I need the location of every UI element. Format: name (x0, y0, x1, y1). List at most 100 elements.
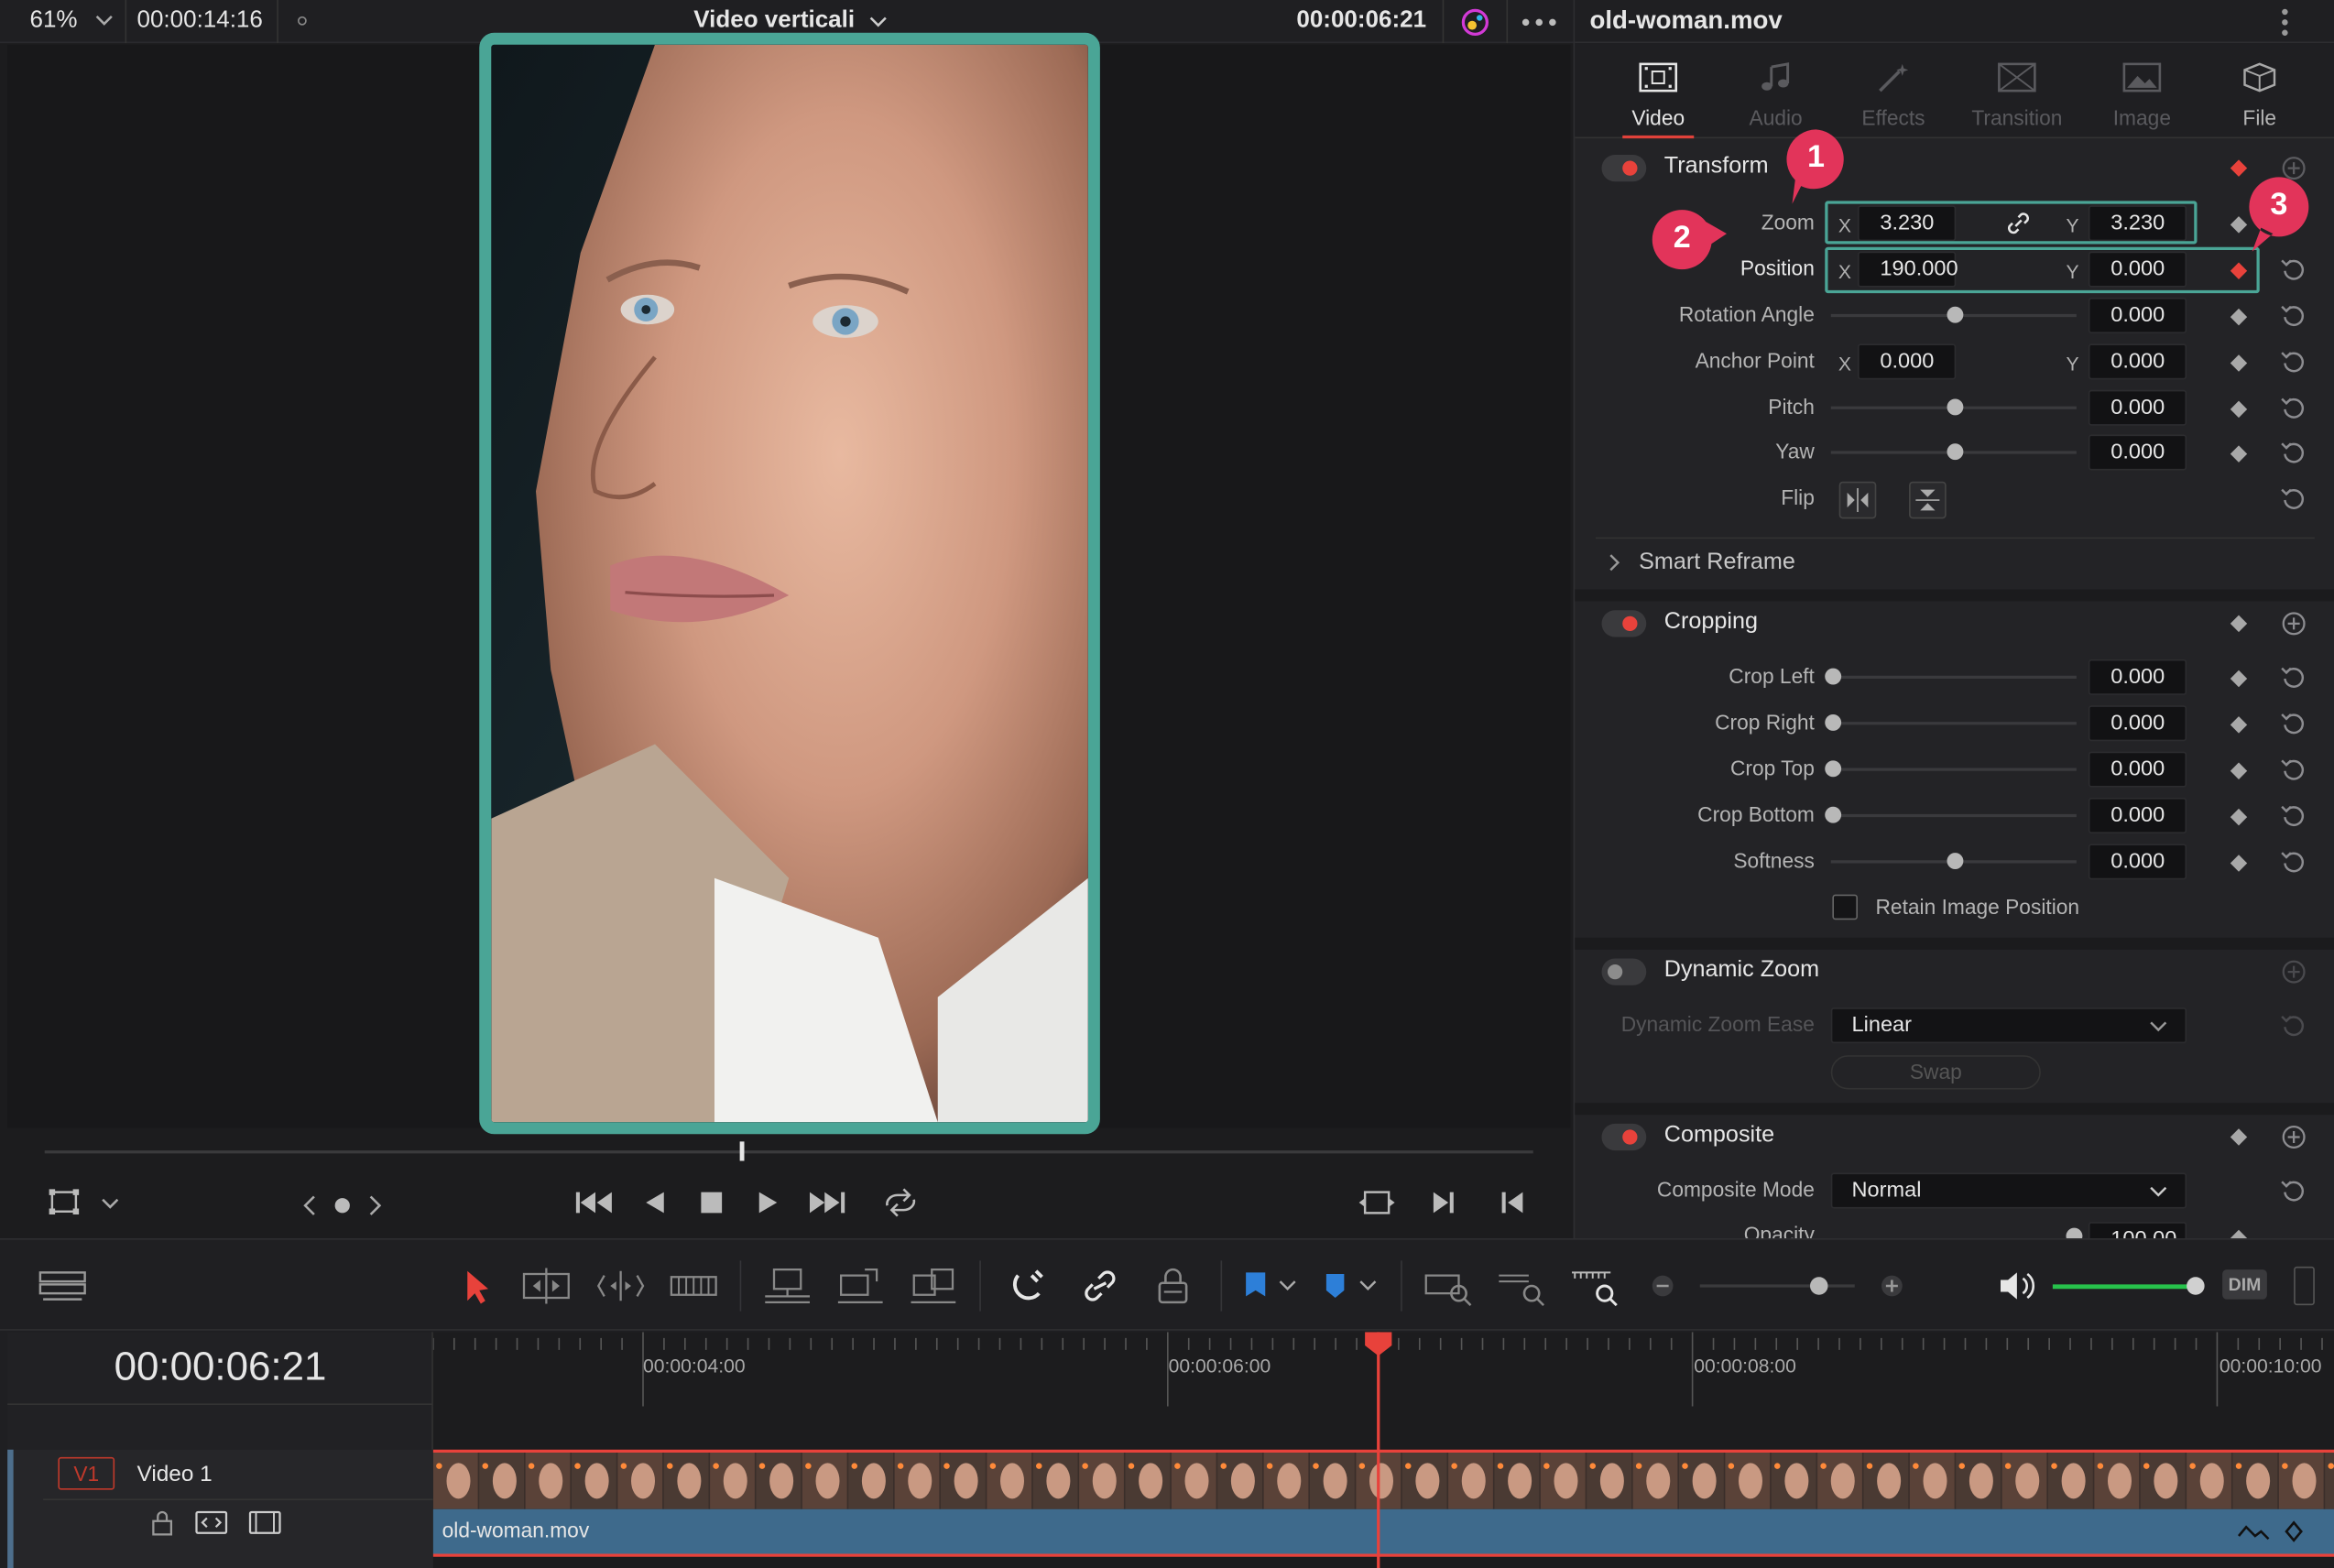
add-reset-icon[interactable] (2281, 1124, 2307, 1150)
track-header-v1[interactable]: V1 Video 1 (7, 1449, 433, 1568)
chevron-down-icon[interactable] (95, 14, 114, 28)
timeline-zoom-knob[interactable] (1810, 1277, 1828, 1295)
cropping-keyframe-icon[interactable] (2230, 615, 2248, 633)
chevron-down-icon[interactable] (869, 15, 888, 29)
insert-clip-icon[interactable] (762, 1264, 813, 1309)
tab-effects[interactable]: Effects (1834, 43, 1953, 138)
swap-button[interactable]: Swap (1830, 1055, 2041, 1090)
reset-icon[interactable] (2281, 485, 2307, 512)
video-clip[interactable]: old-woman.mov (432, 1508, 2334, 1554)
flip-vertical-icon[interactable] (1908, 481, 1947, 519)
crop-top-field[interactable]: 0.000 (2088, 751, 2187, 788)
overwrite-clip-icon[interactable] (835, 1264, 886, 1309)
timeline-name[interactable]: Video verticali (693, 7, 855, 34)
crop-left-field[interactable]: 0.000 (2088, 659, 2187, 695)
cropping-toggle[interactable] (1601, 610, 1647, 637)
reset-icon[interactable] (2281, 1177, 2307, 1203)
reset-icon[interactable] (2281, 1012, 2307, 1039)
marker-blue-icon[interactable] (1313, 1264, 1363, 1309)
dynamic-zoom-section-header[interactable]: Dynamic Zoom (1575, 945, 2334, 999)
pitch-slider-knob[interactable] (1947, 398, 1964, 416)
zoom-in-icon[interactable] (1867, 1264, 1917, 1309)
track-name[interactable]: Video 1 (137, 1462, 213, 1487)
composite-keyframe-icon[interactable] (2230, 1128, 2248, 1146)
reset-icon[interactable] (2281, 710, 2307, 736)
rotation-slider-knob[interactable] (1947, 306, 1964, 323)
softness-field[interactable]: 0.000 (2088, 844, 2187, 880)
timeline-view-options-icon[interactable] (38, 1264, 88, 1309)
trim-edit-icon[interactable] (521, 1264, 572, 1309)
flag-blue-icon[interactable] (1233, 1264, 1283, 1309)
reset-icon[interactable] (2281, 348, 2307, 375)
timeline-track-area[interactable]: old-woman.mov (432, 1406, 2334, 1568)
smart-reframe-header[interactable]: Smart Reframe (1575, 539, 2334, 589)
rotation-keyframe-icon[interactable] (2230, 308, 2248, 326)
track-visibility-icon[interactable] (248, 1509, 281, 1536)
tab-video[interactable]: Video (1598, 43, 1718, 139)
go-to-end-icon[interactable] (807, 1186, 849, 1219)
add-reset-icon[interactable] (2281, 610, 2307, 637)
keyframe-diamond-icon[interactable] (2284, 1519, 2305, 1543)
snapping-magnet-icon[interactable] (1003, 1264, 1053, 1309)
reset-icon[interactable] (2281, 439, 2307, 465)
play-reverse-icon[interactable] (640, 1186, 671, 1219)
composite-toggle[interactable] (1601, 1123, 1647, 1151)
crop-top-keyframe-icon[interactable] (2230, 762, 2248, 779)
previous-edit-icon[interactable] (1498, 1186, 1528, 1219)
dim-button[interactable]: DIM (2222, 1269, 2267, 1300)
crop-bottom-slider[interactable] (1830, 813, 2077, 818)
lock-icon[interactable] (150, 1509, 174, 1536)
position-lock-icon[interactable] (1148, 1264, 1198, 1309)
pitch-field[interactable]: 0.000 (2088, 389, 2187, 426)
composite-mode-dropdown[interactable]: Normal (1830, 1172, 2187, 1209)
crop-right-knob[interactable] (1825, 714, 1842, 731)
reset-icon[interactable] (2281, 664, 2307, 691)
speaker-volume-icon[interactable] (1991, 1264, 2042, 1309)
transform-keyframe-icon[interactable] (2230, 159, 2248, 177)
yaw-field[interactable]: 0.000 (2088, 434, 2187, 471)
loop-icon[interactable] (879, 1186, 922, 1219)
crop-bottom-knob[interactable] (1825, 806, 1842, 823)
play-icon[interactable] (753, 1186, 783, 1219)
crop-left-slider[interactable] (1830, 675, 2077, 679)
reset-icon[interactable] (2281, 802, 2307, 829)
transform-section-header[interactable]: Transform (1575, 141, 2334, 195)
track-id-badge[interactable]: V1 (58, 1456, 115, 1490)
tab-audio[interactable]: Audio (1717, 43, 1836, 138)
yaw-slider-knob[interactable] (1947, 443, 1964, 461)
flip-horizontal-icon[interactable] (1838, 481, 1877, 519)
zoom-custom-icon[interactable] (1569, 1264, 1620, 1309)
selection-pointer-icon[interactable] (450, 1264, 500, 1309)
opacity-field[interactable]: 100.00 (2088, 1222, 2187, 1238)
reset-icon[interactable] (2281, 302, 2307, 329)
chevron-down-icon[interactable] (1277, 1264, 1298, 1309)
linked-selection-icon[interactable] (1074, 1264, 1125, 1309)
more-options-icon[interactable] (2281, 6, 2290, 39)
next-edit-icon[interactable] (1429, 1186, 1459, 1219)
crop-bottom-field[interactable]: 0.000 (2088, 798, 2187, 833)
viewer-zoom-level[interactable]: 61% (30, 7, 78, 34)
audio-volume-knob[interactable] (2187, 1277, 2205, 1295)
curve-icon[interactable] (2237, 1521, 2270, 1542)
crop-left-knob[interactable] (1825, 668, 1842, 685)
add-reset-icon[interactable] (2281, 959, 2307, 985)
auto-select-icon[interactable] (195, 1509, 228, 1536)
timeline-playhead[interactable] (1377, 1332, 1380, 1568)
anchor-x-field[interactable]: 0.000 (1858, 343, 1957, 380)
crop-bottom-keyframe-icon[interactable] (2230, 808, 2248, 826)
color-wheel-icon[interactable] (1459, 6, 1492, 39)
viewer-scrub-bar[interactable] (44, 1150, 1533, 1154)
viewer-playhead[interactable] (739, 1141, 745, 1161)
crop-right-slider[interactable] (1830, 722, 2077, 725)
video-frame[interactable] (479, 32, 1100, 1135)
rotation-field[interactable]: 0.000 (2088, 298, 2187, 333)
audio-volume-slider[interactable] (2052, 1284, 2199, 1290)
reset-icon[interactable] (2281, 395, 2307, 421)
pitch-keyframe-icon[interactable] (2230, 400, 2248, 419)
stop-icon[interactable] (697, 1186, 727, 1219)
softness-knob[interactable] (1947, 853, 1964, 869)
more-options-icon[interactable] (1521, 18, 1557, 27)
tab-file[interactable]: File (2200, 43, 2319, 138)
crop-top-knob[interactable] (1825, 760, 1842, 778)
retain-checkbox[interactable] (1832, 894, 1858, 920)
